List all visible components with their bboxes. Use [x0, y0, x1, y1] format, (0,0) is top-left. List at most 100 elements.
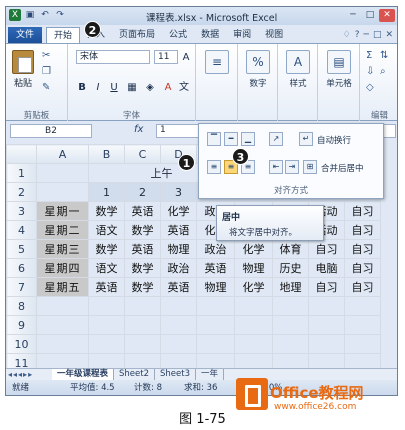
cell[interactable]: 物理 — [160, 239, 197, 259]
tab-formulas[interactable]: 公式 — [162, 27, 194, 43]
alignment-button[interactable]: ≡ — [200, 50, 234, 77]
cell[interactable] — [36, 334, 89, 354]
cells-button[interactable]: ▤ 单元格 — [322, 50, 356, 89]
cell[interactable] — [308, 296, 345, 316]
row-header[interactable]: 4 — [6, 220, 37, 240]
cell[interactable]: 自习 — [308, 277, 345, 297]
sheet-nav-arrows[interactable]: ◂◂◂▸▸ — [6, 369, 52, 380]
cell[interactable]: 物理 — [234, 258, 273, 278]
redo-icon[interactable]: ↷ — [54, 9, 66, 21]
format-painter-icon[interactable]: ✎ — [42, 82, 50, 93]
find-select-icon[interactable]: ⌕ — [380, 66, 386, 77]
autosum-icon[interactable]: Σ — [366, 50, 372, 61]
cell[interactable]: 历史 — [272, 258, 309, 278]
merge-center-label[interactable]: 合并后居中 — [321, 162, 364, 174]
number-button[interactable]: % 数字 — [241, 50, 275, 89]
cell[interactable]: 英语 — [124, 201, 161, 221]
copy-icon[interactable]: ❐ — [42, 66, 51, 77]
minimize-button[interactable]: ─ — [345, 9, 361, 22]
cell[interactable] — [124, 334, 161, 354]
row-header[interactable]: 7 — [6, 277, 37, 297]
middle-align-icon[interactable]: ━ — [224, 132, 238, 146]
cell[interactable] — [234, 334, 273, 354]
cell[interactable] — [36, 296, 89, 316]
column-header[interactable]: C — [124, 144, 161, 164]
cell[interactable]: 化学 — [234, 277, 273, 297]
cell-day[interactable]: 星期五 — [36, 277, 89, 297]
cell[interactable]: 语文 — [88, 258, 125, 278]
cell-day[interactable]: 星期一 — [36, 201, 89, 221]
italic-button[interactable]: I — [92, 81, 104, 94]
doc-restore-icon[interactable]: □ — [373, 27, 382, 43]
tab-review[interactable]: 审阅 — [226, 27, 258, 43]
cell[interactable] — [36, 182, 89, 202]
cell[interactable] — [234, 315, 273, 335]
sheet-tab[interactable]: Sheet2 — [114, 369, 155, 380]
cell[interactable]: 3 — [160, 182, 197, 202]
cell[interactable] — [196, 296, 235, 316]
minimize-ribbon-icon[interactable]: ♢ — [343, 27, 351, 43]
cell[interactable]: 化学 — [234, 239, 273, 259]
sort-filter-icon[interactable]: ⇅ — [380, 50, 388, 61]
cell[interactable] — [272, 296, 309, 316]
tab-data[interactable]: 数据 — [194, 27, 226, 43]
cell[interactable] — [88, 296, 125, 316]
underline-button[interactable]: U — [108, 81, 120, 94]
name-box[interactable]: B2 — [10, 124, 92, 138]
border-icon[interactable]: ▦ — [126, 81, 138, 94]
cell[interactable] — [308, 334, 345, 354]
cell[interactable]: 数学 — [124, 258, 161, 278]
cell[interactable]: 数学 — [88, 239, 125, 259]
cell[interactable] — [196, 315, 235, 335]
cell[interactable]: 数学 — [88, 201, 125, 221]
cell-b2[interactable]: 1 — [88, 182, 125, 202]
maximize-button[interactable]: □ — [362, 9, 378, 22]
cell[interactable]: 2 — [124, 182, 161, 202]
decrease-indent-icon[interactable]: ⇤ — [269, 160, 283, 174]
wrap-text-label[interactable]: 自动换行 — [317, 134, 351, 146]
cell[interactable] — [36, 315, 89, 335]
cell[interactable] — [344, 315, 381, 335]
cell[interactable]: 自习 — [344, 239, 381, 259]
grow-font-button[interactable]: A — [180, 51, 192, 64]
cell[interactable] — [344, 296, 381, 316]
sheet-tab-active[interactable]: 一年级课程表 — [52, 369, 115, 380]
row-header[interactable]: 5 — [6, 239, 37, 259]
cell[interactable]: 政治 — [196, 239, 235, 259]
fx-icon[interactable]: fx — [134, 124, 143, 135]
cell[interactable] — [88, 334, 125, 354]
tab-file[interactable]: 文件 — [8, 27, 42, 43]
undo-icon[interactable]: ↶ — [39, 9, 51, 21]
sheet-tab[interactable]: Sheet3 — [155, 369, 196, 380]
save-icon[interactable]: ▣ — [24, 9, 36, 21]
row-header[interactable]: 3 — [6, 201, 37, 221]
cell[interactable]: 英语 — [160, 277, 197, 297]
align-left-icon[interactable]: ≡ — [207, 160, 221, 174]
fill-icon[interactable]: ⇩ — [366, 66, 374, 77]
cell[interactable] — [272, 334, 309, 354]
cell[interactable]: 自习 — [308, 239, 345, 259]
cell[interactable] — [160, 296, 197, 316]
cell[interactable] — [124, 296, 161, 316]
tab-home[interactable]: 开始 — [46, 27, 81, 43]
bottom-align-icon[interactable]: ▁ — [241, 132, 255, 146]
fill-color-icon[interactable]: ◈ — [144, 81, 156, 94]
cell[interactable] — [88, 315, 125, 335]
column-header[interactable]: A — [36, 144, 89, 164]
cell[interactable]: 地理 — [272, 277, 309, 297]
cell-day[interactable]: 星期二 — [36, 220, 89, 240]
bold-button[interactable]: B — [76, 81, 88, 94]
cell-day[interactable]: 星期三 — [36, 239, 89, 259]
cell[interactable] — [124, 315, 161, 335]
close-button[interactable]: ✕ — [379, 9, 395, 22]
row-header[interactable]: 9 — [6, 315, 37, 335]
cell[interactable]: 电脑 — [308, 258, 345, 278]
cell[interactable]: 政治 — [160, 258, 197, 278]
orientation-icon[interactable]: ↗ — [269, 132, 283, 146]
column-header[interactable]: B — [88, 144, 125, 164]
cell[interactable] — [234, 296, 273, 316]
merge-center-icon[interactable]: ⊞ — [303, 160, 317, 174]
cell[interactable] — [36, 163, 89, 183]
clear-icon[interactable]: ◇ — [366, 82, 374, 93]
cell[interactable] — [344, 334, 381, 354]
